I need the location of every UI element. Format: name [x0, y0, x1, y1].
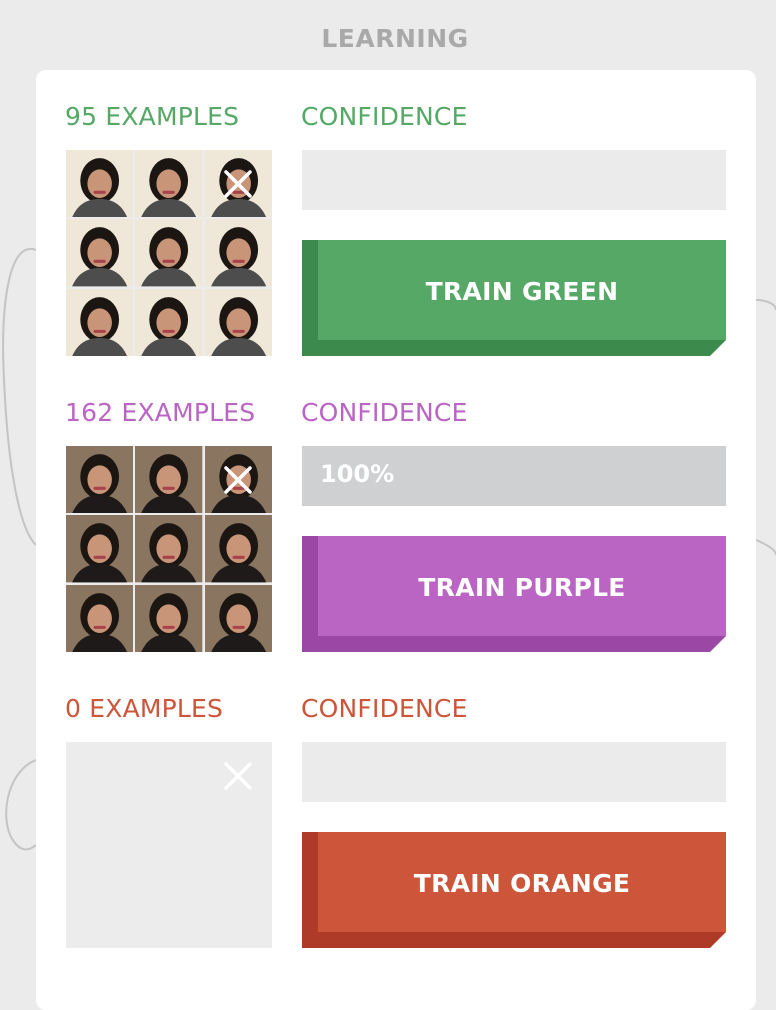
train-button-label: TRAIN PURPLE — [418, 573, 626, 602]
webcam-frame-icon — [135, 584, 203, 652]
confidence-bar: 100% — [302, 446, 726, 506]
webcam-frame-icon — [135, 446, 203, 514]
close-icon[interactable] — [218, 164, 258, 204]
train-green-button[interactable]: TRAIN GREEN — [302, 240, 726, 356]
examples-thumbnails — [66, 150, 272, 356]
learning-card: 95 EXAMPLES CONFIDENCE TRAIN GREEN 162 E… — [36, 70, 756, 1010]
examples-thumbnails — [66, 742, 272, 948]
webcam-frame-icon — [135, 150, 203, 218]
confidence-label: CONFIDENCE — [301, 398, 468, 427]
confidence-label: CONFIDENCE — [301, 102, 468, 131]
confidence-label: CONFIDENCE — [301, 694, 468, 723]
class-row-green: 95 EXAMPLES CONFIDENCE TRAIN GREEN — [36, 70, 756, 356]
webcam-frame-icon — [204, 288, 272, 356]
train-purple-button[interactable]: TRAIN PURPLE — [302, 536, 726, 652]
webcam-frame-icon — [66, 150, 134, 218]
webcam-frame-icon — [66, 288, 134, 356]
webcam-frame-icon — [66, 219, 134, 287]
section-title: LEARNING — [321, 24, 469, 53]
class-row-orange: 0 EXAMPLES CONFIDENCE TRAIN ORANGE — [36, 662, 756, 948]
webcam-frame-icon — [135, 219, 203, 287]
confidence-value: 100% — [320, 460, 395, 488]
webcam-frame-icon — [204, 515, 272, 583]
examples-count: 95 EXAMPLES — [65, 102, 240, 131]
webcam-frame-icon — [66, 446, 134, 514]
webcam-frame-icon — [204, 219, 272, 287]
train-button-label: TRAIN GREEN — [425, 277, 619, 306]
train-orange-button[interactable]: TRAIN ORANGE — [302, 832, 726, 948]
examples-count: 0 EXAMPLES — [65, 694, 224, 723]
webcam-frame-icon — [66, 584, 134, 652]
examples-thumbnails — [66, 446, 272, 652]
class-row-purple: 162 EXAMPLES CONFIDENCE 100% TRAIN PURPL… — [36, 366, 756, 652]
webcam-frame-icon — [66, 515, 134, 583]
examples-count: 162 EXAMPLES — [65, 398, 256, 427]
close-icon[interactable] — [218, 460, 258, 500]
confidence-bar — [302, 742, 726, 802]
close-icon[interactable] — [218, 756, 258, 796]
confidence-bar — [302, 150, 726, 210]
webcam-frame-icon — [135, 515, 203, 583]
train-button-label: TRAIN ORANGE — [413, 869, 631, 898]
webcam-frame-icon — [204, 584, 272, 652]
webcam-frame-icon — [135, 288, 203, 356]
